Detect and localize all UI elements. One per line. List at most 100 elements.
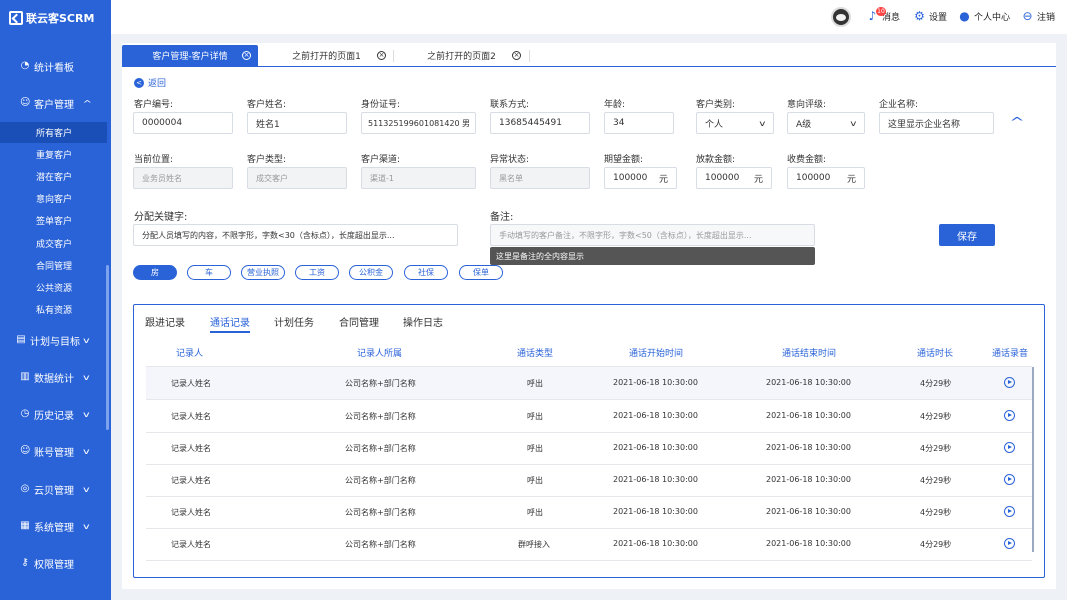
tab-planned-tasks[interactable]: 计划任务 xyxy=(274,314,314,329)
table-row[interactable]: 记录人姓名 公司名称+部门名称 呼出 2021-06-18 10:30:00 2… xyxy=(146,464,1032,496)
expected-amount-field[interactable]: 100000 元 xyxy=(604,167,677,189)
field-value: 个人 xyxy=(705,119,724,130)
company-name-field[interactable]: 这里显示企业名称 xyxy=(879,112,994,134)
sidebar-sub-intent-customers[interactable]: 意向客户 xyxy=(0,188,107,209)
sidebar-item-customer-management[interactable]: ☺ 客户管理 ^ xyxy=(0,90,111,116)
field-value: A级 xyxy=(796,119,812,130)
tag-business-license[interactable]: 营业执照 xyxy=(241,265,285,280)
start-time-cell: 2021-06-18 10:30:00 xyxy=(613,507,698,516)
remarks-field[interactable]: 手动填写的客户备注，不限字形，字数<50（含标点），长度超出显示... xyxy=(490,224,815,246)
field-value: 业务员姓名 xyxy=(142,173,182,183)
table-scrollbar[interactable] xyxy=(1032,367,1034,552)
sidebar-sub-private-resources[interactable]: 私有资源 xyxy=(0,299,107,320)
sidebar-sub-public-resources[interactable]: 公共资源 xyxy=(0,277,107,298)
sidebar-item-dashboard[interactable]: ◔ 统计看板 xyxy=(0,53,111,79)
key-icon: ⚷ xyxy=(21,557,29,568)
play-icon[interactable] xyxy=(1004,474,1015,485)
logout-button[interactable]: ⊖ 注销 xyxy=(1021,10,1055,24)
sidebar-sub-contracts[interactable]: 合同管理 xyxy=(0,255,107,276)
tab-previous-page-2[interactable]: 之前打开的页面2 × xyxy=(394,45,529,66)
call-type-cell: 呼出 xyxy=(527,508,543,517)
table-row[interactable]: 记录人姓名 公司名称+部门名称 呼出 2021-06-18 10:30:00 2… xyxy=(146,496,1032,528)
account-icon: ☺ xyxy=(20,445,31,456)
sidebar-item-label: 数据统计 xyxy=(34,373,74,385)
tab-call-records[interactable]: 通话记录 xyxy=(210,314,250,333)
close-icon[interactable]: × xyxy=(512,51,521,60)
dashboard-icon: ◔ xyxy=(20,60,30,71)
play-icon[interactable] xyxy=(1004,506,1015,517)
sidebar-sub-label: 成交客户 xyxy=(36,240,73,250)
call-type-cell: 群呼接入 xyxy=(518,540,550,549)
play-icon[interactable] xyxy=(1004,377,1015,388)
age-field[interactable]: 34 xyxy=(604,112,674,134)
sidebar-sub-duplicate-customers[interactable]: 重复客户 xyxy=(0,144,107,165)
tag-insurance[interactable]: 保单 xyxy=(459,265,503,280)
loan-amount-field[interactable]: 100000 元 xyxy=(696,167,772,189)
table-row[interactable]: 记录人姓名 公司名称+部门名称 呼出 2021-06-18 10:30:00 2… xyxy=(146,367,1032,399)
tab-customer-detail[interactable]: 客户管理-客户详情 × xyxy=(122,45,258,66)
fee-amount-label: 收费金额: xyxy=(787,155,827,165)
play-icon[interactable] xyxy=(1004,538,1015,549)
customer-name-field[interactable]: 姓名1 xyxy=(247,112,347,134)
sidebar-item-plans[interactable]: ▤ 计划与目标 v xyxy=(0,327,111,353)
sidebar-sub-potential-customers[interactable]: 潜在客户 xyxy=(0,166,107,187)
table-row[interactable]: 记录人姓名 公司名称+部门名称 呼出 2021-06-18 10:30:00 2… xyxy=(146,432,1032,464)
tag-salary[interactable]: 工资 xyxy=(295,265,339,280)
duration-cell: 4分29秒 xyxy=(920,508,952,517)
id-card-field[interactable]: 511325199601081420 男 xyxy=(361,112,476,134)
customer-id-field[interactable]: 0000004 xyxy=(133,112,233,134)
profile-button[interactable]: ● 个人中心 xyxy=(958,9,1010,24)
tab-follow-up[interactable]: 跟进记录 xyxy=(145,314,185,329)
sidebar-sub-closed-customers[interactable]: 成交客户 xyxy=(0,233,107,254)
avatar[interactable] xyxy=(831,7,851,27)
table-row[interactable]: 记录人姓名 公司名称+部门名称 呼出 2021-06-18 10:30:00 2… xyxy=(146,400,1032,432)
tab-previous-page-1[interactable]: 之前打开的页面1 × xyxy=(259,45,394,66)
close-icon[interactable]: × xyxy=(242,51,251,60)
back-button[interactable]: < 返回 xyxy=(134,76,166,89)
recorder-cell: 记录人姓名 xyxy=(171,508,211,517)
sidebar-sub-all-customers[interactable]: 所有客户 xyxy=(0,122,107,143)
customer-category-select[interactable]: 个人 v xyxy=(696,112,774,134)
brand-logo[interactable]: 联云客SCRM xyxy=(9,10,94,26)
messages-button[interactable]: ♪ 10 消息 xyxy=(866,7,900,23)
tab-contracts[interactable]: 合同管理 xyxy=(339,314,379,329)
sidebar-sub-signed-customers[interactable]: 签单客户 xyxy=(0,210,107,231)
tag-social-security[interactable]: 社保 xyxy=(404,265,448,280)
assign-keywords-label: 分配关键字: xyxy=(134,212,188,223)
tag-housing-fund[interactable]: 公积金 xyxy=(349,265,393,280)
customer-type-label: 客户类型: xyxy=(247,155,287,165)
chevron-down-icon: v xyxy=(759,118,766,128)
field-value: 13685445491 xyxy=(499,118,562,128)
person-icon: ● xyxy=(959,9,970,23)
assign-keywords-field[interactable]: 分配人员填写的内容，不限字形，字数<30（含标点），长度超出显示... xyxy=(133,224,458,246)
tab-operation-log[interactable]: 操作日志 xyxy=(403,314,443,329)
tag-house[interactable]: 房 xyxy=(133,265,177,280)
sidebar-item-permissions[interactable]: ⚷ 权限管理 xyxy=(0,550,111,576)
call-type-cell: 呼出 xyxy=(527,379,543,388)
fee-amount-field[interactable]: 100000 元 xyxy=(787,167,865,189)
sidebar-item-statistics[interactable]: ▥ 数据统计 v xyxy=(0,364,111,390)
department-cell: 公司名称+部门名称 xyxy=(345,508,416,517)
sidebar-item-history[interactable]: ◷ 历史记录 v xyxy=(0,401,111,427)
field-value: 0000004 xyxy=(142,118,183,128)
collapse-up-icon[interactable]: ^ xyxy=(1009,115,1024,129)
customer-type-field: 成交客户 xyxy=(247,167,347,189)
contact-field[interactable]: 13685445491 xyxy=(490,112,590,134)
sidebar-item-accounts[interactable]: ☺ 账号管理 v xyxy=(0,438,111,464)
end-time-cell: 2021-06-18 10:30:00 xyxy=(766,443,851,452)
department-cell: 公司名称+部门名称 xyxy=(345,476,416,485)
sidebar-scrollbar[interactable] xyxy=(106,265,109,430)
settings-button[interactable]: ⚙ 设置 xyxy=(913,10,947,24)
table-row[interactable]: 记录人姓名 公司名称+部门名称 群呼接入 2021-06-18 10:30:00… xyxy=(146,528,1032,560)
sidebar-item-system[interactable]: ▦ 系统管理 v xyxy=(0,513,111,539)
play-icon[interactable] xyxy=(1004,410,1015,421)
field-value: 100000 xyxy=(705,173,740,183)
tag-car[interactable]: 车 xyxy=(187,265,231,280)
play-icon[interactable] xyxy=(1004,442,1015,453)
sidebar-item-cloud-coins[interactable]: ◎ 云贝管理 v xyxy=(0,476,111,502)
save-button[interactable]: 保存 xyxy=(939,224,995,246)
sidebar: 联云客SCRM ◔ 统计看板 ☺ 客户管理 ^ 所有客户 重复客户 潜在客户 意… xyxy=(0,0,111,600)
close-icon[interactable]: × xyxy=(377,51,386,60)
remarks-tooltip: 这里是备注的全内容显示 xyxy=(490,247,815,265)
intent-level-select[interactable]: A级 v xyxy=(787,112,865,134)
